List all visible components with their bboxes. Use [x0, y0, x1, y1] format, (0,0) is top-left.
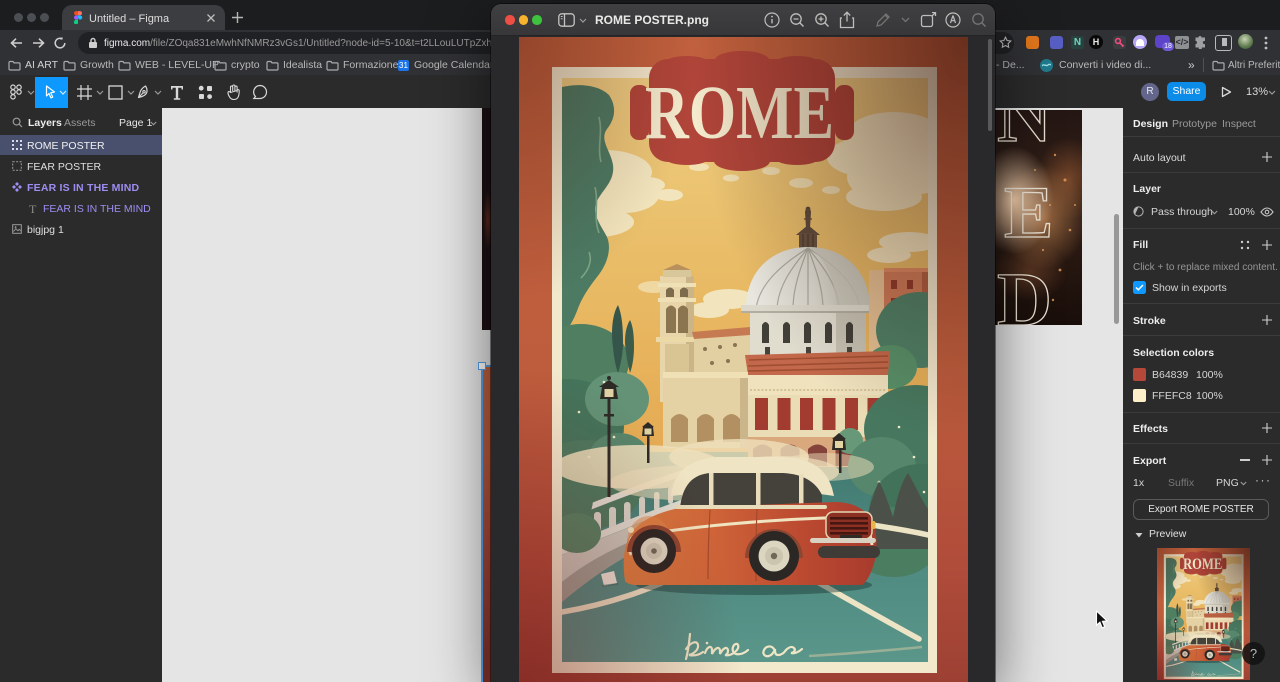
- svg-text:E: E: [1004, 172, 1053, 254]
- svg-text:N: N: [997, 110, 1052, 158]
- svg-text:D: D: [997, 258, 1052, 325]
